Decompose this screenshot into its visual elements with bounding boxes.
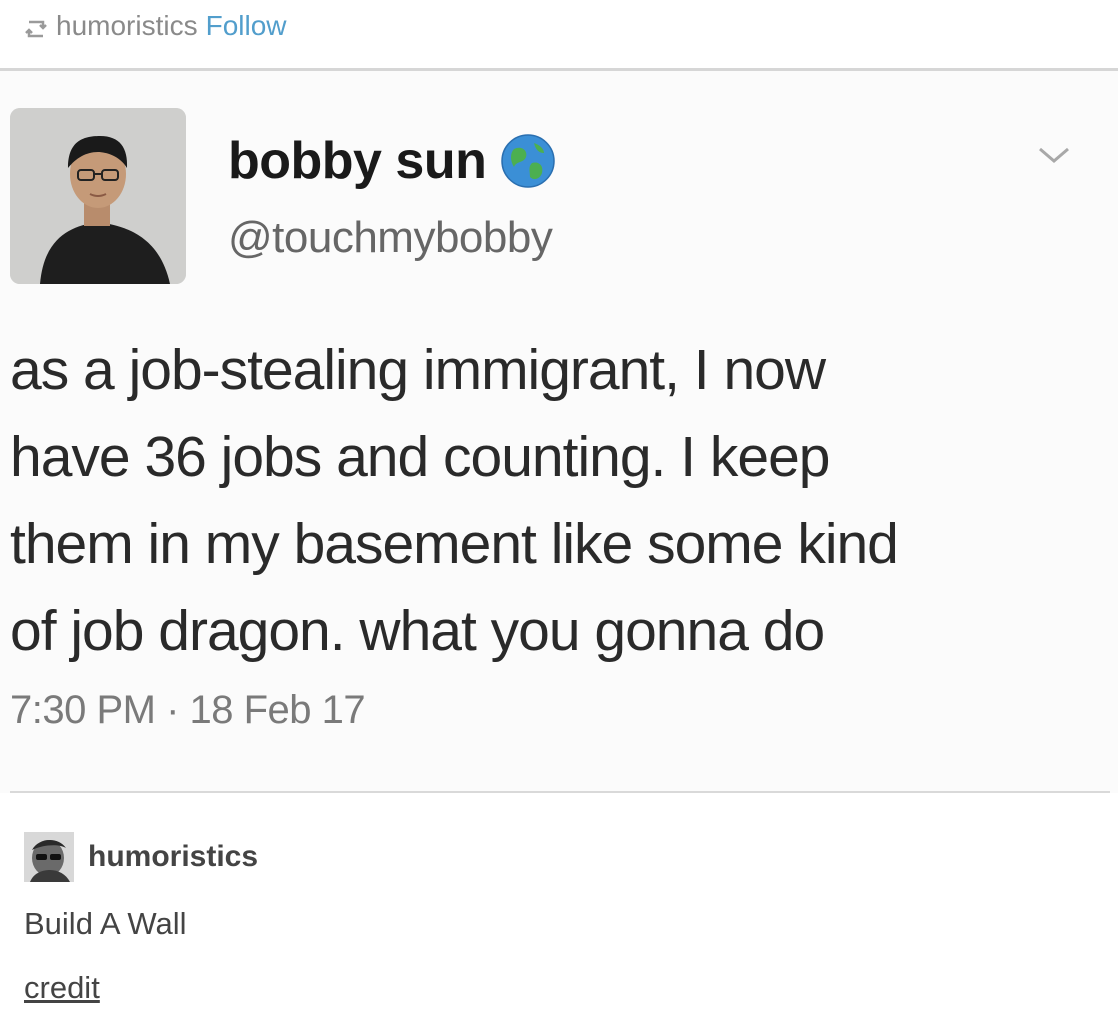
reblog-username[interactable]: humoristics bbox=[56, 10, 198, 42]
tweet-display-name[interactable]: bobby sun bbox=[228, 131, 487, 191]
caption-username[interactable]: humoristics bbox=[88, 840, 258, 874]
caption-avatar[interactable] bbox=[24, 832, 74, 882]
tweet-handle[interactable]: @touchmybobby bbox=[228, 213, 553, 263]
tweet-author-row: bobby sun bbox=[228, 131, 556, 191]
tweet-text-line: of job dragon. what you gonna do bbox=[10, 599, 825, 663]
follow-button[interactable]: Follow bbox=[206, 10, 287, 42]
chevron-down-icon[interactable] bbox=[1034, 143, 1074, 167]
tweet-text-line: them in my basement like some kind bbox=[10, 512, 899, 576]
tweet-timestamp[interactable]: 7:30 PM · 18 Feb 17 bbox=[10, 688, 366, 733]
tweet-screenshot: bobby sun @touchmybobby as a job-stealin… bbox=[0, 71, 1118, 793]
tweet-divider bbox=[10, 791, 1110, 793]
tweet-text-line: as a job-stealing immigrant, I now bbox=[10, 338, 826, 402]
reblog-icon bbox=[24, 15, 48, 38]
credit-link[interactable]: credit bbox=[24, 970, 100, 1006]
globe-icon bbox=[500, 133, 556, 189]
caption-author: humoristics bbox=[24, 832, 258, 882]
tweet-text-line: have 36 jobs and counting. I keep bbox=[10, 425, 830, 489]
caption-text: Build A Wall bbox=[24, 906, 187, 941]
tweet-text: as a job-stealing immigrant, I now have … bbox=[10, 327, 1105, 675]
tweet-avatar bbox=[10, 108, 186, 284]
reblog-header: humoristics Follow bbox=[24, 6, 287, 46]
